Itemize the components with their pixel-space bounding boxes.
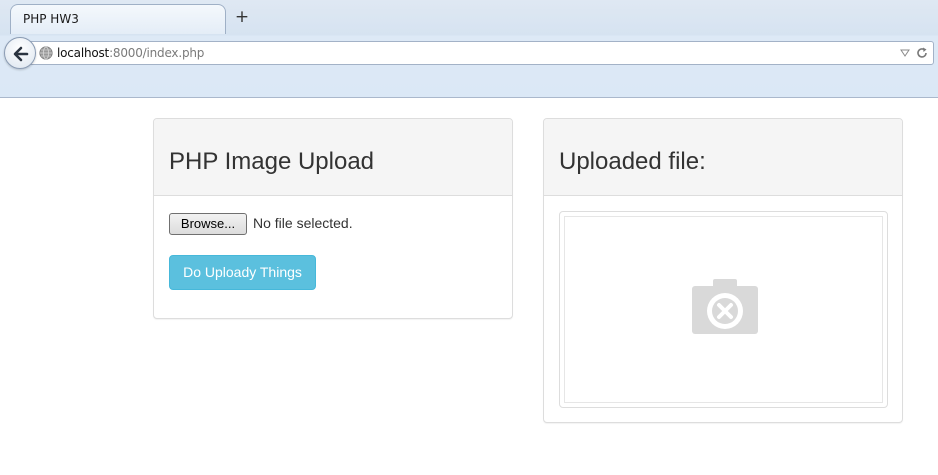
result-panel-heading: Uploaded file: bbox=[544, 119, 902, 196]
history-dropdown-icon[interactable] bbox=[899, 47, 911, 59]
result-panel-title: Uploaded file: bbox=[559, 148, 706, 175]
browser-tab[interactable]: PHP HW3 bbox=[10, 4, 226, 34]
upload-panel: PHP Image Upload Browse... No file selec… bbox=[153, 118, 513, 319]
address-bar[interactable]: localhost:8000/index.php bbox=[30, 41, 934, 65]
browser-chrome: PHP HW3 + localhost:8000/index.php bbox=[0, 0, 938, 98]
tab-title: PHP HW3 bbox=[23, 12, 79, 26]
result-panel: Uploaded file: bbox=[543, 118, 903, 423]
reload-icon[interactable] bbox=[915, 46, 929, 60]
url-host: localhost bbox=[57, 46, 110, 60]
url-text: localhost:8000/index.php bbox=[57, 46, 204, 60]
tab-strip: PHP HW3 + bbox=[0, 0, 938, 34]
uploaded-image-thumbnail bbox=[559, 211, 888, 408]
upload-panel-title: PHP Image Upload bbox=[169, 148, 375, 175]
new-tab-button[interactable]: + bbox=[234, 9, 250, 26]
image-placeholder bbox=[564, 216, 883, 403]
upload-panel-heading: PHP Image Upload bbox=[154, 119, 512, 196]
globe-icon bbox=[39, 46, 53, 60]
back-arrow-icon bbox=[13, 46, 29, 62]
navigation-bar: localhost:8000/index.php bbox=[0, 34, 938, 74]
url-path: :8000/index.php bbox=[109, 46, 205, 60]
upload-submit-button[interactable]: Do Uploady Things bbox=[169, 255, 316, 290]
broken-camera-icon bbox=[692, 279, 758, 334]
browse-button[interactable]: Browse... bbox=[169, 213, 247, 235]
file-status-text: No file selected. bbox=[253, 215, 353, 231]
back-button[interactable] bbox=[4, 37, 36, 69]
